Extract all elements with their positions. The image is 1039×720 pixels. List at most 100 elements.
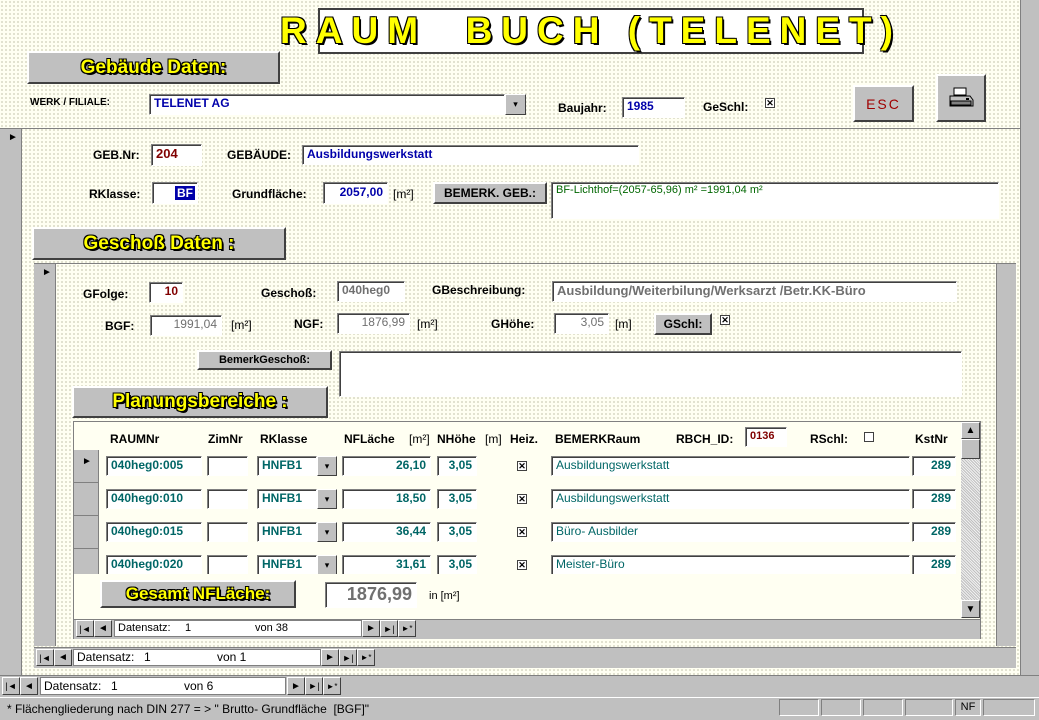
- nflaeche-input[interactable]: 36,44: [342, 522, 431, 542]
- geschoss-section-button[interactable]: Geschoß Daten :: [32, 227, 286, 260]
- raumnr-input[interactable]: 040heg0:020: [106, 555, 202, 574]
- row-selector[interactable]: ►: [74, 450, 99, 483]
- bemerk-geschoss-button[interactable]: BemerkGeschoß:: [197, 350, 332, 370]
- nav-outer-last[interactable]: ►|: [305, 677, 323, 695]
- table-row[interactable]: ► 040heg0:005 HNFB1 ▾ 26,10 3,05 ✕ Ausbildungsw…: [74, 450, 960, 483]
- nav-inner-last[interactable]: ►|: [380, 620, 398, 637]
- geschoss-right-edge: [996, 264, 1016, 646]
- ghoehe-input[interactable]: 3,05: [554, 313, 609, 334]
- nhoehe-input[interactable]: 3,05: [437, 489, 477, 509]
- werk-combo-dropdown[interactable]: ▾: [505, 94, 526, 115]
- nflaeche-input[interactable]: 18,50: [342, 489, 431, 509]
- row-selector[interactable]: [74, 549, 99, 574]
- gebaeude-input[interactable]: Ausbildungswerkstatt: [302, 145, 639, 165]
- bemerkraum-input[interactable]: Ausbildungswerkstatt: [551, 456, 910, 476]
- gschl-checkbox[interactable]: ✕: [720, 315, 730, 325]
- nav-inner-prev[interactable]: ◄: [94, 620, 112, 637]
- zimnr-input[interactable]: [207, 555, 248, 574]
- nhoehe-input[interactable]: 3,05: [437, 555, 477, 574]
- nav-outer-first[interactable]: |◄: [2, 677, 20, 695]
- baujahr-input[interactable]: 1985: [622, 97, 685, 118]
- bemerkraum-input[interactable]: Ausbildungswerkstatt: [551, 489, 910, 509]
- nflaeche-input[interactable]: 26,10: [342, 456, 431, 476]
- esc-button[interactable]: ESC: [853, 85, 914, 122]
- gebnr-input[interactable]: 204: [151, 144, 202, 166]
- row-selector[interactable]: [74, 483, 99, 516]
- nav-inner-new[interactable]: ►*: [398, 620, 416, 637]
- nav-inner-next[interactable]: ►: [362, 620, 380, 637]
- kstnr-input[interactable]: 289: [912, 456, 956, 476]
- nav-outer-next[interactable]: ►: [287, 677, 305, 695]
- nav-outer-new[interactable]: ►*: [323, 677, 341, 695]
- heiz-checkbox[interactable]: ✕: [517, 527, 527, 537]
- nav-inner-first[interactable]: |◄: [76, 620, 94, 637]
- ngf-input[interactable]: 1876,99: [337, 313, 410, 334]
- gfolge-input[interactable]: 10: [149, 282, 183, 303]
- bemerkraum-input[interactable]: Büro- Ausbilder: [551, 522, 910, 542]
- bemerk-geb-button[interactable]: BEMERK. GEB.:: [433, 182, 547, 204]
- rklasse-combo-input[interactable]: HNFB1: [257, 489, 317, 509]
- heiz-checkbox[interactable]: ✕: [517, 560, 527, 570]
- raumnr-input[interactable]: 040heg0:010: [106, 489, 202, 509]
- nav-middle-next[interactable]: ►: [321, 649, 339, 666]
- zimnr-input[interactable]: [207, 456, 248, 476]
- table-row[interactable]: 040heg0:015 HNFB1 ▾ 36,44 3,05 ✕ Büro- Ausbild…: [74, 516, 960, 549]
- scroll-thumb[interactable]: [961, 439, 980, 459]
- rklasse-combo-dropdown[interactable]: ▾: [317, 489, 337, 509]
- nhoehe-input[interactable]: 3,05: [437, 456, 477, 476]
- gschl-button[interactable]: GSchl:: [654, 313, 712, 335]
- geschoss-section-label: Geschoß Daten :: [83, 232, 235, 254]
- nav-middle-prev[interactable]: ◄: [54, 649, 72, 666]
- gebaeude-section-button[interactable]: Gebäude Daten:: [27, 51, 280, 84]
- row-selector[interactable]: [74, 516, 99, 549]
- nav-outer-current[interactable]: 1: [111, 678, 118, 694]
- planung-section-button[interactable]: Planungsbereiche :: [72, 386, 328, 418]
- table-row[interactable]: 040heg0:010 HNFB1 ▾ 18,50 3,05 ✕ Ausbildungswe…: [74, 483, 960, 516]
- bemerk-geb-textarea[interactable]: BF-Lichthof=(2057-65,96) m² =1991,04 m²: [551, 182, 999, 219]
- kstnr-input[interactable]: 289: [912, 522, 956, 542]
- rklasse-combo-dropdown[interactable]: ▾: [317, 555, 337, 574]
- nflaeche-input[interactable]: 31,61: [342, 555, 431, 574]
- gebaeude-record-selector[interactable]: ►: [0, 129, 22, 675]
- gbeschreibung-input[interactable]: Ausbildung/Weiterbilung/Werksarzt /Betr.…: [552, 281, 957, 302]
- bgf-input[interactable]: 1991,04: [150, 315, 222, 336]
- scroll-up-button[interactable]: ▲: [961, 422, 980, 439]
- geschl-checkbox[interactable]: ✕: [765, 98, 775, 108]
- print-button[interactable]: [936, 74, 986, 122]
- rklasse-input[interactable]: BF: [152, 182, 198, 204]
- table-row[interactable]: 040heg0:020 HNFB1 ▾ 31,61 3,05 ✕ Meister-Büro 2…: [74, 549, 960, 574]
- gesamt-nflaeche-button[interactable]: Gesamt NFLäche:: [100, 580, 296, 608]
- zimnr-input[interactable]: [207, 522, 248, 542]
- kstnr-input[interactable]: 289: [912, 555, 956, 574]
- nav-outer-prev[interactable]: ◄: [20, 677, 38, 695]
- rbch-id-input[interactable]: 0136: [745, 427, 787, 447]
- kstnr-input[interactable]: 289: [912, 489, 956, 509]
- rklasse-combo-dropdown[interactable]: ▾: [317, 522, 337, 542]
- raumnr-input[interactable]: 040heg0:015: [106, 522, 202, 542]
- rklasse-combo-input[interactable]: HNFB1: [257, 456, 317, 476]
- geschoss-input[interactable]: 040heg0: [337, 281, 405, 302]
- nav-middle-new[interactable]: ►*: [357, 649, 375, 666]
- rschl-checkbox[interactable]: [864, 432, 874, 442]
- nav-inner-current[interactable]: 1: [185, 621, 191, 636]
- grundflaeche-input[interactable]: 2057,00: [323, 182, 388, 204]
- col-header-kstnr: KstNr: [915, 432, 948, 446]
- rklasse-combo-input[interactable]: HNFB1: [257, 522, 317, 542]
- nhoehe-input[interactable]: 3,05: [437, 522, 477, 542]
- nav-middle-field: Datensatz: 1 von 1: [73, 649, 321, 666]
- rklasse-combo-dropdown[interactable]: ▾: [317, 456, 337, 476]
- rklasse-combo-input[interactable]: HNFB1: [257, 555, 317, 574]
- bemerkraum-input[interactable]: Meister-Büro: [551, 555, 910, 574]
- raumnr-input[interactable]: 040heg0:005: [106, 456, 202, 476]
- bemerk-geschoss-textarea[interactable]: [339, 351, 962, 397]
- heiz-checkbox[interactable]: ✕: [517, 461, 527, 471]
- zimnr-input[interactable]: [207, 489, 248, 509]
- nav-middle-first[interactable]: |◄: [36, 649, 54, 666]
- nav-middle-last[interactable]: ►|: [339, 649, 357, 666]
- werk-combo-input[interactable]: TELENET AG: [149, 94, 505, 115]
- geschoss-record-selector[interactable]: ►: [34, 264, 56, 646]
- chevron-down-icon: ▾: [324, 559, 330, 570]
- heiz-checkbox[interactable]: ✕: [517, 494, 527, 504]
- scroll-down-button[interactable]: ▼: [961, 600, 980, 618]
- nav-middle-current[interactable]: 1: [144, 650, 151, 665]
